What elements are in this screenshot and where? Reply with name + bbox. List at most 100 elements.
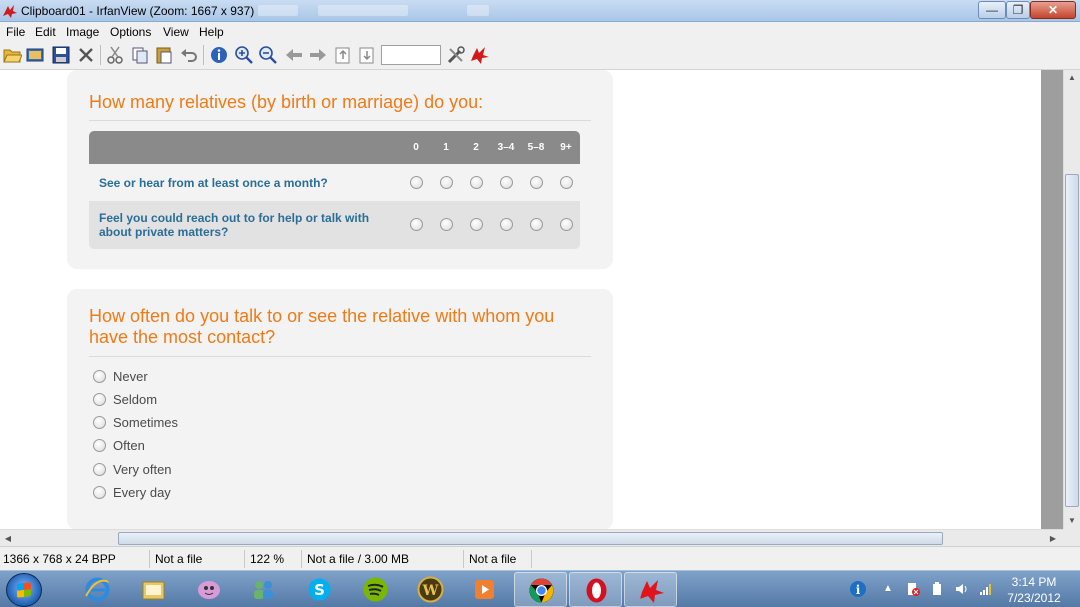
radio[interactable] xyxy=(93,393,106,406)
page-number-field[interactable] xyxy=(381,45,441,65)
zoom-level: 122 % xyxy=(250,552,285,566)
undo-icon[interactable] xyxy=(179,45,199,65)
status-divider xyxy=(463,550,464,568)
menu-view[interactable]: View xyxy=(163,25,189,39)
delete-icon[interactable] xyxy=(76,45,96,65)
option-label: Sometimes xyxy=(113,415,179,430)
radio-3-4[interactable] xyxy=(500,218,513,231)
system-clock[interactable]: 3:14 PM 7/23/2012 xyxy=(1000,574,1068,606)
option-label: Often xyxy=(113,438,145,453)
background-ghost-text xyxy=(467,5,489,16)
volume-icon[interactable] xyxy=(955,582,969,596)
option-label: Seldom xyxy=(113,392,158,407)
taskbar-spotify[interactable] xyxy=(349,572,402,607)
svg-text:S: S xyxy=(314,581,325,599)
matrix-row: Feel you could reach out to for help or … xyxy=(89,201,580,249)
column-label: 9+ xyxy=(560,142,572,153)
minimize-button[interactable]: — xyxy=(978,1,1006,19)
scroll-right-icon[interactable]: ▶ xyxy=(1045,530,1061,547)
maximize-button[interactable]: ❐ xyxy=(1006,1,1030,19)
irfanview-icon[interactable] xyxy=(470,45,490,65)
last-page-icon[interactable] xyxy=(357,45,377,65)
radio-9-plus[interactable] xyxy=(560,218,573,231)
scroll-left-icon[interactable]: ◀ xyxy=(0,530,16,547)
menu-bar: File Edit Image Options View Help xyxy=(0,22,1080,41)
opera-icon xyxy=(586,578,607,603)
radio[interactable] xyxy=(93,416,106,429)
question-title: How often do you talk to or see the rela… xyxy=(89,306,555,347)
start-button[interactable] xyxy=(6,573,42,607)
show-hidden-icons-icon[interactable]: ▲ xyxy=(881,582,895,596)
taskbar-skype[interactable]: S xyxy=(293,572,346,607)
taskbar-media-player[interactable] xyxy=(458,572,511,607)
first-page-icon[interactable] xyxy=(333,45,353,65)
open-icon[interactable] xyxy=(2,45,22,65)
radio-2[interactable] xyxy=(470,218,483,231)
wifi-signal-icon[interactable] xyxy=(979,582,993,596)
network-globe-icon[interactable]: i xyxy=(848,579,868,599)
vertical-scrollbar[interactable]: ▲ ▼ xyxy=(1063,70,1080,530)
save-icon[interactable] xyxy=(51,45,71,65)
previous-icon[interactable] xyxy=(284,45,304,65)
action-center-icon[interactable] xyxy=(906,582,920,596)
taskbar-irfanview[interactable] xyxy=(624,572,677,607)
taskbar-internet-explorer[interactable] xyxy=(71,572,124,607)
radio-0[interactable] xyxy=(410,176,423,189)
column-label: 5–8 xyxy=(527,142,545,153)
radio-1[interactable] xyxy=(440,218,453,231)
svg-text:i: i xyxy=(856,583,861,597)
status-divider xyxy=(244,550,245,568)
matrix-row: See or hear from at least once a month? xyxy=(89,164,580,201)
scroll-up-icon[interactable]: ▲ xyxy=(1064,70,1080,86)
menu-options[interactable]: Options xyxy=(110,25,151,39)
settings-icon[interactable] xyxy=(446,45,466,65)
radio[interactable] xyxy=(93,463,106,476)
zoom-out-icon[interactable] xyxy=(258,45,278,65)
close-button[interactable]: ✕ xyxy=(1030,1,1076,19)
radio-5-8[interactable] xyxy=(530,176,543,189)
radio-9-plus[interactable] xyxy=(560,176,573,189)
menu-image[interactable]: Image xyxy=(66,25,99,39)
radio-3-4[interactable] xyxy=(500,176,513,189)
copy-icon[interactable] xyxy=(130,45,150,65)
menu-help[interactable]: Help xyxy=(199,25,224,39)
horizontal-scrollbar[interactable]: ◀ ▶ xyxy=(0,529,1063,546)
horizontal-scroll-thumb[interactable] xyxy=(118,532,943,545)
radio-2[interactable] xyxy=(470,176,483,189)
taskbar-world-of-warcraft[interactable]: W xyxy=(404,572,457,607)
clock-time: 3:14 PM xyxy=(1011,575,1057,589)
menu-file[interactable]: File xyxy=(6,25,25,39)
menu-edit[interactable]: Edit xyxy=(35,25,56,39)
radio[interactable] xyxy=(93,439,106,452)
media-player-icon xyxy=(475,580,494,599)
row-label: See or hear from at least once a month? xyxy=(99,176,328,190)
irfanview-app-icon xyxy=(3,5,17,18)
cut-icon[interactable] xyxy=(105,45,125,65)
radio-1[interactable] xyxy=(440,176,453,189)
irfanview-icon xyxy=(640,580,664,603)
column-label: 1 xyxy=(443,142,449,153)
taskbar-windows-explorer[interactable] xyxy=(127,572,180,607)
taskbar-chrome[interactable] xyxy=(514,572,567,607)
paste-icon[interactable] xyxy=(154,45,174,65)
scroll-down-icon[interactable]: ▼ xyxy=(1064,513,1080,529)
radio-5-8[interactable] xyxy=(530,218,543,231)
info-icon[interactable] xyxy=(209,45,229,65)
thumbnails-icon[interactable] xyxy=(25,45,45,65)
radio[interactable] xyxy=(93,370,106,383)
contacts-icon xyxy=(254,581,273,599)
column-label: 0 xyxy=(413,142,419,153)
radio[interactable] xyxy=(93,486,106,499)
battery-icon[interactable] xyxy=(930,582,944,596)
zoom-in-icon[interactable] xyxy=(234,45,254,65)
vertical-scroll-thumb[interactable] xyxy=(1065,174,1079,507)
internet-explorer-icon xyxy=(85,577,110,602)
windows-explorer-icon xyxy=(142,581,165,600)
taskbar-contacts[interactable] xyxy=(237,572,290,607)
taskbar-messenger[interactable] xyxy=(183,572,236,607)
title-bar: Clipboard01 - IrfanView (Zoom: 1667 x 93… xyxy=(0,0,1080,22)
next-icon[interactable] xyxy=(308,45,328,65)
taskbar-opera[interactable] xyxy=(569,572,622,607)
radio-0[interactable] xyxy=(410,218,423,231)
column-label: 3–4 xyxy=(497,142,515,153)
